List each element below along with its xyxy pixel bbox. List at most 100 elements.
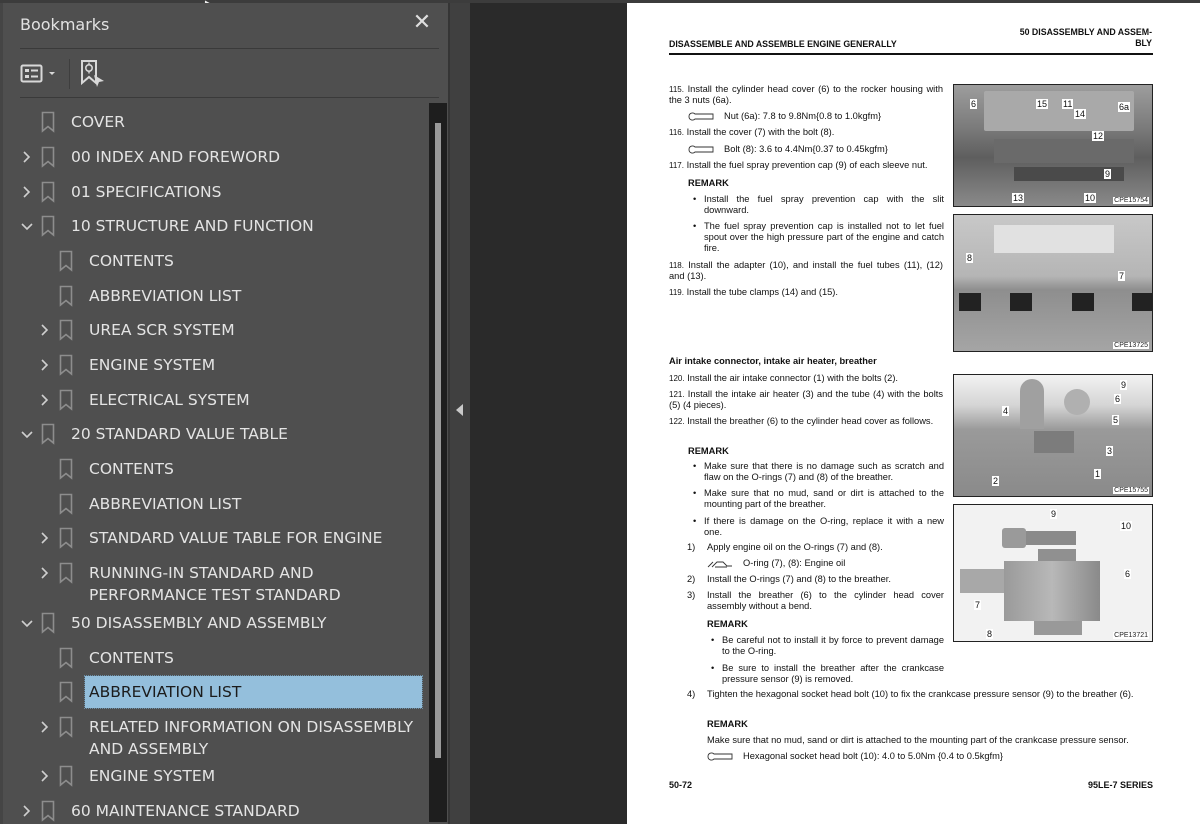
step-number: 117. — [669, 161, 684, 170]
bookmark-label: 00 INDEX AND FOREWORD — [71, 148, 281, 166]
chevron-right-icon[interactable] — [38, 765, 52, 787]
bookmark-icon — [41, 215, 55, 237]
figure-callout: 9 — [1104, 169, 1112, 179]
bookmark-label: CONTENTS — [89, 460, 174, 478]
bookmark-icon — [59, 285, 73, 307]
bookmark-icon — [59, 319, 73, 341]
bookmark-label: ABBREVIATION LIST — [89, 495, 242, 513]
step-text: Install the intake air heater (3) and th… — [669, 389, 943, 410]
chevron-down-icon[interactable] — [20, 612, 34, 634]
bookmark-label: 50 DISASSEMBLY AND ASSEMBLY — [71, 614, 327, 632]
step-text: Install the adapter (10), and install th… — [669, 260, 943, 281]
bookmark-icon — [41, 181, 55, 203]
figure-code: CPE15754 — [1113, 197, 1149, 204]
bookmark-label: 10 STRUCTURE AND FUNCTION — [71, 217, 314, 235]
figure-callout: 1 — [1094, 469, 1102, 479]
figure-breather: 9 10 6 7 8 CPE13721 — [953, 504, 1153, 642]
pdf-page: DISASSEMBLE AND ASSEMBLE ENGINE GENERALL… — [627, 3, 1200, 824]
toolbar-separator — [69, 59, 70, 89]
step-number: 115. — [669, 85, 684, 94]
figure-code: CPE13721 — [1113, 632, 1149, 639]
find-current-bookmark-button[interactable] — [79, 59, 107, 89]
bookmark-icon — [59, 647, 73, 669]
step-120: 120. Install the air intake connector (1… — [669, 373, 943, 384]
header-section-line2: BLY — [1135, 38, 1152, 48]
step-121: 121. Install the intake air heater (3) a… — [669, 389, 943, 411]
torque-spec: Hexagonal socket head bolt (10): 4.0 to … — [707, 751, 1003, 762]
figure-callout: 6 — [970, 99, 978, 109]
divider — [20, 97, 439, 98]
remark-bullet: If there is damage on the O-ring, replac… — [693, 516, 944, 538]
figure-callout: 4 — [1002, 406, 1010, 416]
figure-callout: 2 — [992, 476, 1000, 486]
step-text: Install the cylinder head cover (6) to t… — [669, 84, 943, 105]
model-series: 95LE-7 SERIES — [1087, 780, 1153, 790]
bookmark-label: 60 MAINTENANCE STANDARD — [71, 802, 300, 820]
bookmark-icon — [41, 111, 55, 133]
figure-callout: 8 — [966, 253, 974, 263]
bookmark-label: ENGINE SYSTEM — [89, 767, 216, 785]
chevron-right-icon[interactable] — [38, 716, 52, 738]
figure-code: CPE15755 — [1113, 487, 1149, 494]
bookmark-label: RELATED INFORMATION ON DISASSEMBLY AND A… — [89, 718, 414, 758]
step-number: 122. — [669, 417, 685, 426]
figure-callout: 9 — [1120, 380, 1128, 390]
bookmark-icon — [59, 493, 73, 515]
remark-bullet: Be careful not to install it by force to… — [711, 635, 944, 657]
page-number: 50-72 — [669, 780, 693, 790]
figure-callout: 5 — [1112, 415, 1120, 425]
chevron-right-icon[interactable] — [38, 319, 52, 341]
find-current-bookmark-icon — [81, 60, 104, 87]
scrollbar-thumb[interactable] — [435, 123, 441, 758]
figure-callout: 7 — [1118, 271, 1126, 281]
bookmark-label: CONTENTS — [89, 649, 174, 667]
remark-heading: REMARK — [707, 619, 748, 629]
remark-text: Make sure that no mud, sand or dirt is a… — [707, 735, 1129, 745]
caret-left-icon — [456, 404, 463, 416]
substep-number: 2) — [687, 574, 696, 584]
bookmark-icon — [59, 765, 73, 787]
bookmark-icon — [41, 146, 55, 168]
figure-callout: 6a — [1118, 102, 1131, 112]
step-115: 115. Install the cylinder head cover (6)… — [669, 84, 943, 106]
bookmark-label: STANDARD VALUE TABLE FOR ENGINE — [89, 529, 383, 547]
bookmarks-panel: Bookmarks ✕ COVER 00 INDEX AND FOREWORD 01… — [0, 3, 448, 824]
figure-callout: 10 — [1084, 193, 1097, 203]
substep-text: Tighten the hexagonal socket head bolt (… — [707, 689, 1134, 699]
figure-callout: 6 — [1114, 394, 1122, 404]
chevron-right-icon[interactable] — [38, 389, 52, 411]
step-text: Install the breather (6) to the cylinder… — [687, 416, 934, 426]
chevron-right-icon[interactable] — [38, 562, 52, 584]
bookmark-label: ELECTRICAL SYSTEM — [89, 391, 250, 409]
chevron-down-icon[interactable] — [20, 423, 34, 445]
step-text: Install the fuel spray prevention cap (9… — [686, 160, 928, 170]
step-number: 118. — [669, 261, 684, 270]
collapse-panel-handle[interactable] — [448, 3, 470, 824]
chevron-right-icon[interactable] — [20, 800, 34, 822]
bookmark-options-button[interactable] — [20, 61, 62, 87]
figure-cover-bolt: 8 7 CPE13725 — [953, 214, 1153, 352]
bookmark-icon — [59, 354, 73, 376]
figure-callout: 15 — [1036, 99, 1049, 109]
remark-bullet: Make sure that no mud, sand or dirt is a… — [693, 488, 944, 510]
bookmark-icon — [59, 681, 73, 703]
step-number: 121. — [669, 390, 685, 399]
bookmark-label: ABBREVIATION LIST — [89, 287, 242, 305]
torque-spec: Nut (6a): 7.8 to 9.8Nm{0.8 to 1.0kgfm} — [688, 111, 881, 122]
substep-2: 2) Install the O-rings (7) and (8) to the… — [687, 574, 944, 585]
close-icon[interactable]: ✕ — [411, 12, 433, 34]
bookmark-icon — [59, 250, 73, 272]
bookmark-icon — [59, 389, 73, 411]
remark-bullet: The fuel spray prevention cap is install… — [693, 221, 944, 254]
bookmark-label: RUNNING-IN STANDARD AND PERFORMANCE TEST… — [89, 564, 341, 604]
chevron-down-icon[interactable] — [20, 215, 34, 237]
substep-3: 3) Install the breather (6) to the cylind… — [687, 590, 944, 612]
chevron-right-icon[interactable] — [20, 181, 34, 203]
chevron-right-icon[interactable] — [38, 354, 52, 376]
remark-heading: REMARK — [688, 446, 729, 456]
bookmark-label: ENGINE SYSTEM — [89, 356, 216, 374]
chevron-right-icon[interactable] — [38, 527, 52, 549]
chevron-right-icon[interactable] — [20, 146, 34, 168]
substep-text: Apply engine oil on the O-rings (7) and … — [707, 542, 883, 552]
step-number: 119. — [669, 288, 684, 297]
